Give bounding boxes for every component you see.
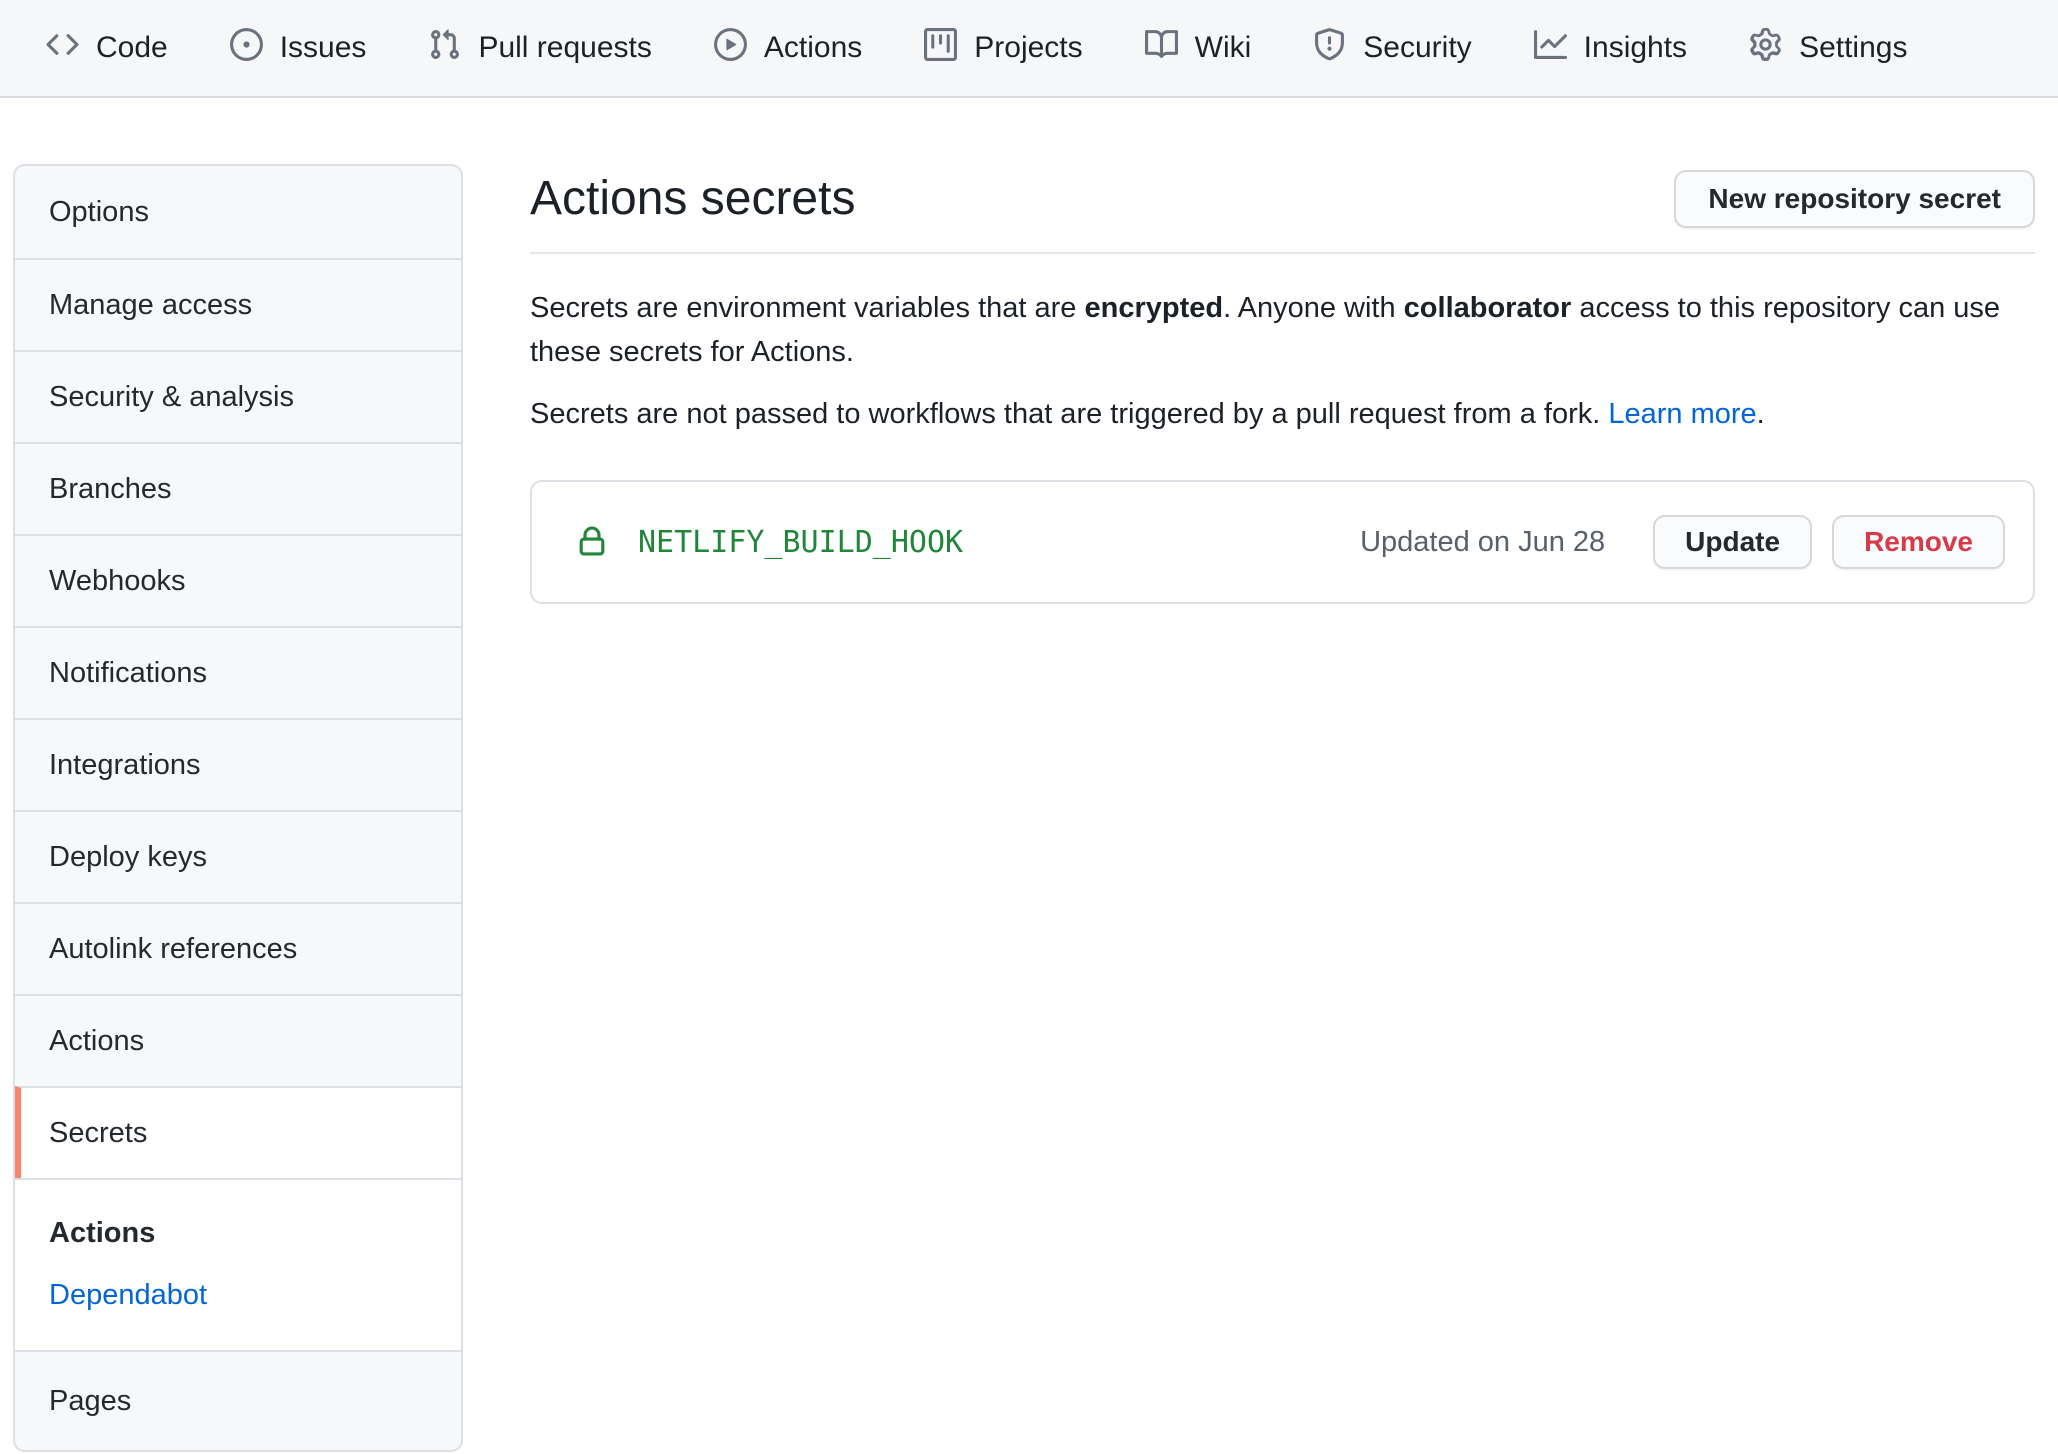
secret-row: NETLIFY_BUILD_HOOK Updated on Jun 28 Upd…: [530, 480, 2035, 604]
sidebar-item-options[interactable]: Options: [15, 166, 461, 258]
gear-icon: [1749, 28, 1782, 69]
nav-tab-label: Pull requests: [478, 31, 651, 65]
settings-sidebar: Options Manage access Security & analysi…: [13, 164, 463, 1452]
sidebar-item-actions[interactable]: Actions: [15, 994, 461, 1086]
page-header: Actions secrets New repository secret: [530, 168, 2035, 230]
page-title: Actions secrets: [530, 171, 855, 227]
nav-tab-wiki[interactable]: Wiki: [1145, 28, 1252, 69]
nav-tab-projects[interactable]: Projects: [924, 28, 1082, 69]
secrets-description: Secrets are environment variables that a…: [530, 286, 2035, 374]
new-repository-secret-button[interactable]: New repository secret: [1674, 170, 2035, 228]
nav-tab-label: Security: [1363, 31, 1471, 65]
play-icon: [714, 28, 747, 69]
sidebar-item-branches[interactable]: Branches: [15, 442, 461, 534]
nav-tab-issues[interactable]: Issues: [230, 28, 367, 69]
sidebar-item-secrets[interactable]: Secrets: [15, 1086, 461, 1178]
sidebar-item-notifications[interactable]: Notifications: [15, 626, 461, 718]
nav-tab-code[interactable]: Code: [46, 28, 168, 69]
update-secret-button[interactable]: Update: [1653, 515, 1812, 569]
book-icon: [1145, 28, 1178, 69]
nav-tab-insights[interactable]: Insights: [1534, 28, 1687, 69]
git-pull-request-icon: [428, 28, 461, 69]
code-icon: [46, 28, 79, 69]
shield-icon: [1313, 28, 1346, 69]
nav-tab-label: Actions: [764, 31, 862, 65]
sidebar-item-integrations[interactable]: Integrations: [15, 718, 461, 810]
subnav-item-actions[interactable]: Actions: [49, 1216, 461, 1250]
sidebar-item-webhooks[interactable]: Webhooks: [15, 534, 461, 626]
nav-tab-label: Code: [96, 31, 168, 65]
secrets-subnav: Actions Dependabot: [15, 1178, 461, 1350]
nav-tab-label: Wiki: [1195, 31, 1252, 65]
sidebar-item-manage-access[interactable]: Manage access: [15, 258, 461, 350]
sidebar-item-deploy-keys[interactable]: Deploy keys: [15, 810, 461, 902]
sidebar-item-autolink-references[interactable]: Autolink references: [15, 902, 461, 994]
learn-more-link[interactable]: Learn more: [1608, 398, 1756, 430]
nav-tab-security[interactable]: Security: [1313, 28, 1471, 69]
issue-opened-icon: [230, 28, 263, 69]
lock-icon: [574, 524, 610, 560]
actions-secrets-panel: Actions secrets New repository secret Se…: [530, 164, 2035, 604]
graph-icon: [1534, 28, 1567, 69]
nav-tab-label: Projects: [974, 31, 1082, 65]
header-divider: [530, 252, 2035, 254]
secret-name: NETLIFY_BUILD_HOOK: [638, 525, 963, 560]
nav-tab-settings[interactable]: Settings: [1749, 28, 1907, 69]
nav-tab-pull-requests[interactable]: Pull requests: [428, 28, 651, 69]
nav-tab-label: Settings: [1799, 31, 1907, 65]
nav-tab-label: Issues: [280, 31, 367, 65]
sidebar-item-pages[interactable]: Pages: [15, 1350, 461, 1450]
nav-tab-actions[interactable]: Actions: [714, 28, 862, 69]
secrets-fork-note: Secrets are not passed to workflows that…: [530, 392, 2035, 436]
project-board-icon: [924, 28, 957, 69]
secret-updated-date: Updated on Jun 28: [1360, 526, 1605, 559]
remove-secret-button[interactable]: Remove: [1832, 515, 2005, 569]
repo-nav: Code Issues Pull requests Actions Projec…: [0, 0, 2058, 98]
subnav-item-dependabot[interactable]: Dependabot: [49, 1278, 207, 1312]
nav-tab-label: Insights: [1584, 31, 1687, 65]
sidebar-item-security-analysis[interactable]: Security & analysis: [15, 350, 461, 442]
